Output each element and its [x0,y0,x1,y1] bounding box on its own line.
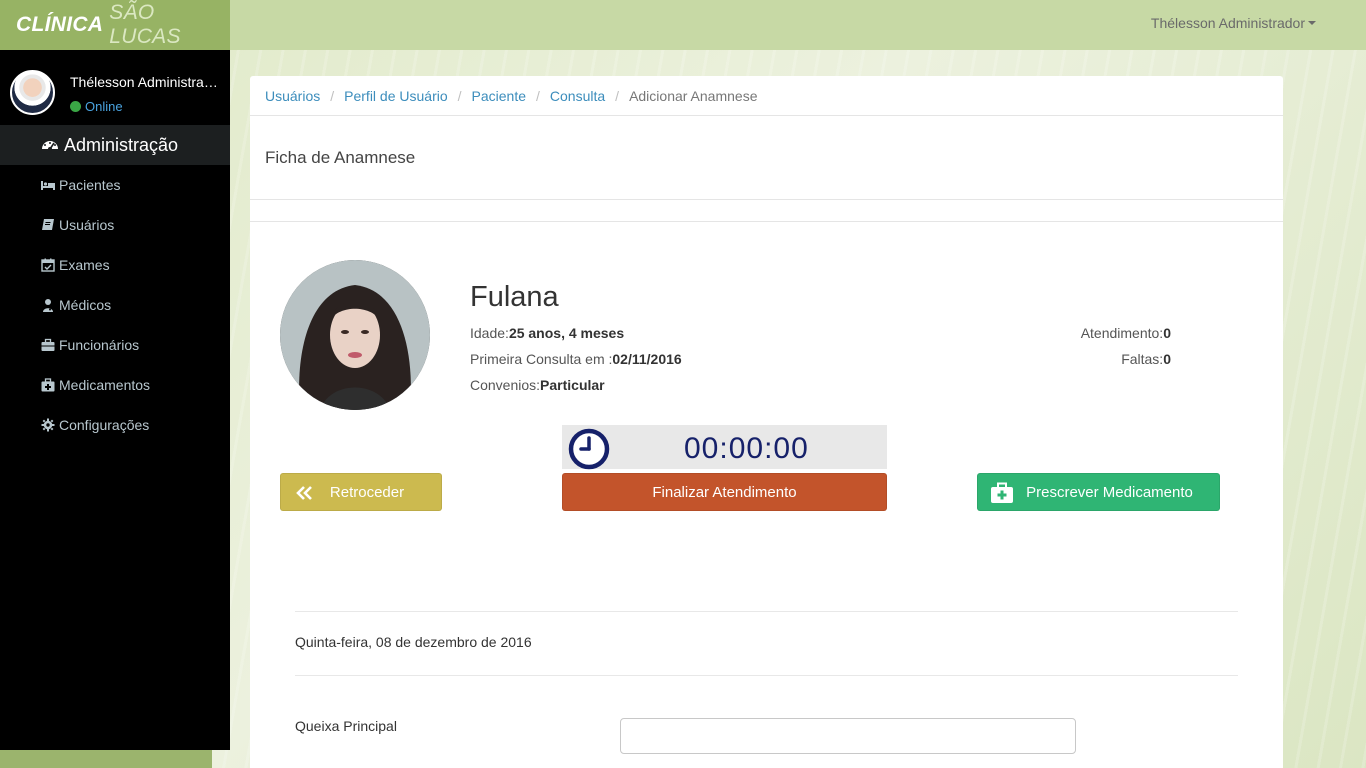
attendance-label: Atendimento: [1080,325,1164,341]
sidebar-item-funcionarios[interactable]: Funcionários [0,325,230,365]
user-menu-dropdown[interactable]: Thélesson Administrador [1151,15,1316,31]
breadcrumb-link-perfil[interactable]: Perfil de Usuário [344,88,448,104]
gear-icon [40,418,55,433]
medkit-icon [40,378,55,393]
breadcrumb-link-paciente[interactable]: Paciente [472,88,526,104]
age-label: Idade: [470,325,509,341]
sidebar-item-label: Administração [64,134,179,155]
timer-value: 00:00:00 [684,432,809,465]
finish-button-label: Finalizar Atendimento [652,483,797,501]
sidebar-footer-strip [0,750,212,768]
sidebar-item-configuracoes[interactable]: Configurações [0,405,230,445]
user-panel: Thélesson Administrador Online [0,50,230,125]
sidebar-user-name: Thélesson Administrador [70,74,220,90]
brand-name-part2: SÃO LUCAS [109,1,181,48]
breadcrumb-separator: / [330,87,335,104]
main-complaint-input[interactable] [620,718,1076,754]
caret-down-icon [1308,21,1316,25]
dashboard-icon [40,135,60,155]
breadcrumb-separator: / [615,87,620,104]
top-navbar: CLÍNICA SÃO LUCAS Thélesson Administrado… [0,0,1366,50]
sidebar-item-administracao[interactable]: Administração [0,125,230,165]
sidebar-item-medicamentos[interactable]: Medicamentos [0,365,230,405]
status-badge: Online [70,99,123,114]
sidebar: Thélesson Administrador Online Administr… [0,50,230,750]
sidebar-item-label: Usuários [59,217,115,233]
section-divider [295,611,1238,612]
avatar [10,70,55,115]
finish-attendance-button[interactable]: Finalizar Atendimento [562,473,887,511]
patient-insurance: Convenios:Particular [470,377,605,393]
online-dot-icon [70,101,81,112]
user-md-icon [40,298,55,313]
sidebar-item-label: Medicamentos [59,377,151,393]
first-consult-label: Primeira Consulta em : [470,351,613,367]
age-value: 25 anos, 4 meses [508,325,625,341]
insurance-value: Particular [540,377,605,393]
sidebar-item-exames[interactable]: Exames [0,245,230,285]
patient-first-consult: Primeira Consulta em :02/11/2016 [470,351,682,367]
sidebar-item-label: Configurações [59,417,150,433]
attendance-value: 0 [1163,325,1171,341]
absences-value: 0 [1163,351,1171,367]
clock-icon [568,428,610,470]
sidebar-item-label: Médicos [59,297,112,313]
prescribe-medication-button[interactable]: Prescrever Medicamento [977,473,1220,511]
patient-age: Idade:25 anos, 4 meses [470,325,624,341]
section-divider [295,675,1238,676]
consultation-date: Quinta-feira, 08 de dezembro de 2016 [295,634,532,650]
breadcrumb-separator: / [457,87,462,104]
user-menu-label: Thélesson Administrador [1150,15,1305,31]
first-consult-value: 02/11/2016 [612,351,682,367]
patient-name: Fulana [470,281,559,313]
briefcase-icon [40,338,55,353]
sidebar-item-pacientes[interactable]: Pacientes [0,165,230,205]
main-complaint-label: Queixa Principal [295,718,397,734]
sidebar-item-label: Funcionários [59,337,140,353]
brand-logo[interactable]: CLÍNICA SÃO LUCAS [0,0,230,50]
sidebar-item-label: Exames [59,257,110,273]
page-title: Ficha de Anamnese [250,116,1283,200]
absences-label: Faltas: [1121,351,1164,367]
bed-icon [40,178,55,193]
back-button-label: Retroceder [329,483,405,501]
attendance-timer: 00:00:00 [562,425,887,470]
sidebar-item-usuarios[interactable]: Usuários [0,205,230,245]
sidebar-item-label: Pacientes [59,177,121,193]
medkit-icon [991,482,1013,503]
calendar-check-icon [40,258,55,273]
brand-name-part1: CLÍNICA [16,13,104,36]
insurance-label: Convenios: [470,377,541,393]
breadcrumb-link-usuarios[interactable]: Usuários [265,88,320,104]
breadcrumb: Usuários / Perfil de Usuário / Paciente … [250,76,1283,116]
breadcrumb-link-consulta[interactable]: Consulta [550,88,605,104]
prescribe-button-label: Prescrever Medicamento [1026,483,1193,501]
attendance-count: Atendimento:0 [1081,325,1171,341]
main-content-panel: Usuários / Perfil de Usuário / Paciente … [250,76,1283,768]
angle-double-left-icon [296,486,312,500]
breadcrumb-active: Adicionar Anamnese [629,87,758,104]
sidebar-item-medicos[interactable]: Médicos [0,285,230,325]
title-divider [250,200,1283,222]
breadcrumb-separator: / [536,87,540,104]
back-button[interactable]: Retroceder [280,473,442,511]
patient-avatar [280,260,430,410]
absences-count: Faltas:0 [1121,351,1171,367]
status-text: Online [85,99,123,114]
book-icon [40,218,55,233]
